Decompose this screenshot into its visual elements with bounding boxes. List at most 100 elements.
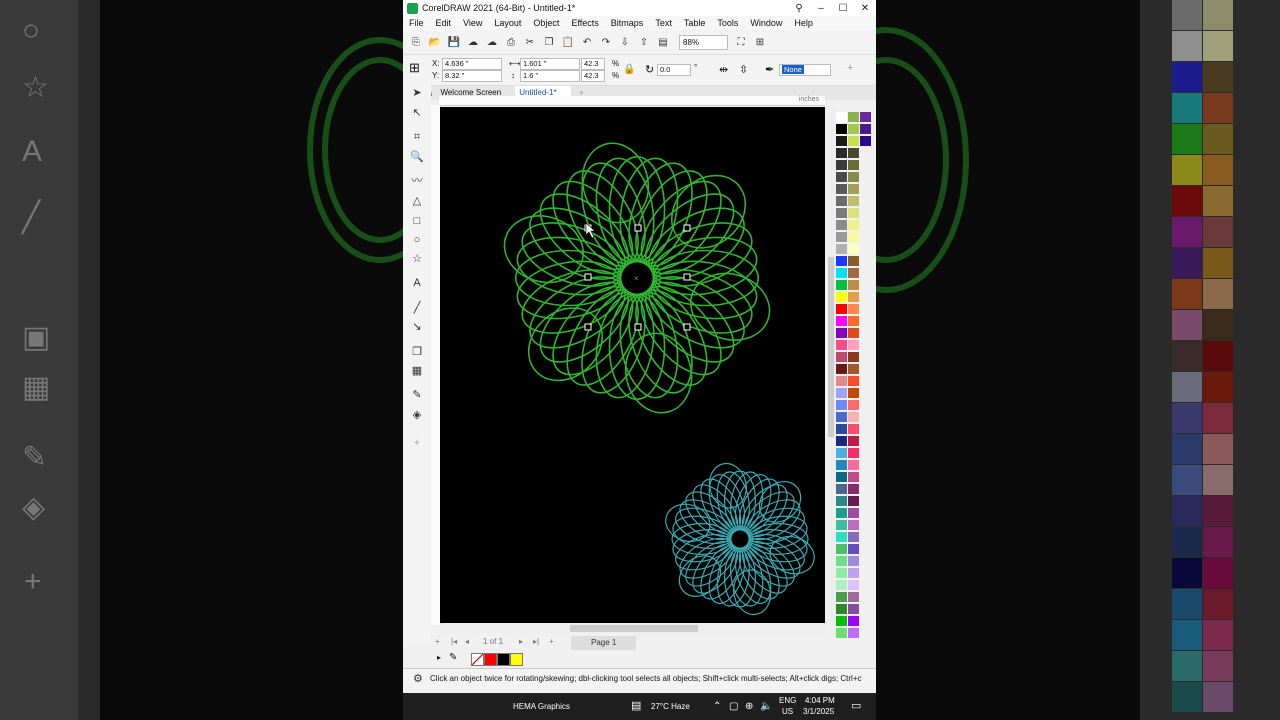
palette-swatch[interactable] <box>836 604 847 614</box>
add-tool-icon[interactable]: + <box>410 436 424 450</box>
palette-swatch[interactable] <box>836 580 847 590</box>
palette-swatch[interactable] <box>848 364 859 374</box>
polygon-tool-icon[interactable]: ☆ <box>410 252 424 266</box>
palette-swatch[interactable] <box>836 256 847 266</box>
palette-swatch[interactable] <box>836 400 847 410</box>
transparency-icon[interactable]: ▦ <box>410 364 424 378</box>
palette-swatch[interactable] <box>836 148 847 158</box>
tray-device-icon[interactable]: ▢ <box>729 693 738 720</box>
open-icon[interactable]: 📂 <box>428 35 442 49</box>
palette-swatch[interactable] <box>836 616 847 626</box>
palette-swatch[interactable] <box>836 268 847 278</box>
weather-text[interactable]: 27°C Haze <box>651 693 690 720</box>
palette-eyedropper-icon[interactable]: ✎ <box>449 652 457 663</box>
palette-swatch[interactable] <box>836 352 847 362</box>
palette-swatch[interactable] <box>848 400 859 410</box>
menu-table[interactable]: Table <box>684 18 706 28</box>
palette-swatch[interactable] <box>836 136 847 146</box>
menu-view[interactable]: View <box>463 18 482 28</box>
palette-swatch[interactable] <box>836 532 847 542</box>
menu-help[interactable]: Help <box>794 18 813 28</box>
palette-swatch[interactable] <box>836 520 847 530</box>
palette-swatch[interactable] <box>836 280 847 290</box>
palette-swatch[interactable] <box>836 196 847 206</box>
palette-swatch[interactable] <box>848 124 859 134</box>
palette-swatch[interactable] <box>836 448 847 458</box>
add-page-icon[interactable]: + <box>435 637 440 646</box>
add-preset-icon[interactable]: + <box>847 62 853 74</box>
page-1-tab[interactable]: Page 1 <box>571 636 637 650</box>
palette-swatch[interactable] <box>848 496 859 506</box>
mirror-vertical-icon[interactable]: ⇳ <box>739 63 748 76</box>
curve-tool-icon[interactable]: 〰 <box>410 174 424 188</box>
palette-swatch[interactable] <box>836 472 847 482</box>
clock-date[interactable]: 3/1/2025 <box>803 707 834 717</box>
pick-tool-icon[interactable]: ➤ <box>410 86 424 100</box>
crop-tool-icon[interactable]: ⌗ <box>410 130 424 144</box>
language-code[interactable]: ENG <box>779 696 796 706</box>
drop-shadow-icon[interactable]: ❒ <box>410 345 424 359</box>
palette-swatch[interactable] <box>848 268 859 278</box>
parallel-dimension-icon[interactable]: ╱ <box>410 301 424 315</box>
first-page-icon[interactable]: |◂ <box>451 637 457 646</box>
spirograph-flower-cyan[interactable] <box>661 460 819 618</box>
vertical-scrollbar[interactable] <box>827 107 835 625</box>
palette-swatch[interactable] <box>836 424 847 434</box>
palette-swatch[interactable] <box>848 244 859 254</box>
cloud-save-icon[interactable]: ☁ <box>485 35 499 49</box>
menu-effects[interactable]: Effects <box>571 18 598 28</box>
palette-swatch[interactable] <box>848 148 859 158</box>
palette-swatch[interactable] <box>848 160 859 170</box>
palette-swatch[interactable] <box>848 592 859 602</box>
menu-layout[interactable]: Layout <box>494 18 521 28</box>
palette-swatch[interactable] <box>836 244 847 254</box>
palette-swatch[interactable] <box>848 508 859 518</box>
next-page-icon[interactable]: ▸ <box>519 637 523 646</box>
previous-page-icon[interactable]: ◂ <box>465 637 469 646</box>
language-region[interactable]: US <box>782 707 793 717</box>
palette-swatch[interactable] <box>836 592 847 602</box>
palette-swatch[interactable] <box>836 508 847 518</box>
menu-bitmaps[interactable]: Bitmaps <box>611 18 644 28</box>
doc-swatch-yellow[interactable] <box>510 653 523 666</box>
palette-swatch[interactable] <box>836 232 847 242</box>
palette-expand-icon[interactable]: ▸ <box>437 653 441 662</box>
palette-swatch[interactable] <box>848 448 859 458</box>
undo-icon[interactable]: ↶ <box>580 35 594 49</box>
height-field[interactable]: 1.6 " <box>520 70 580 82</box>
palette-swatch[interactable] <box>836 388 847 398</box>
last-page-icon[interactable]: ▸| <box>533 637 539 646</box>
palette-swatch[interactable] <box>836 412 847 422</box>
palette-swatch[interactable] <box>848 544 859 554</box>
drawing-canvas[interactable]: × <box>440 107 825 623</box>
horizontal-scrollbar[interactable] <box>440 624 826 633</box>
palette-swatch[interactable] <box>860 136 871 146</box>
palette-swatch[interactable] <box>848 340 859 350</box>
palette-swatch[interactable] <box>860 112 871 122</box>
width-field[interactable]: 1.601 " <box>520 58 580 70</box>
interactive-fill-icon[interactable]: ◈ <box>410 408 424 422</box>
cloud-open-icon[interactable]: ☁ <box>466 35 480 49</box>
palette-swatch[interactable] <box>848 520 859 530</box>
no-color-swatch[interactable] <box>471 653 484 666</box>
palette-swatch[interactable] <box>836 112 847 122</box>
scale-x-field[interactable]: 42.3 <box>581 58 605 70</box>
zoom-level-select[interactable]: 88% <box>679 34 728 50</box>
palette-swatch[interactable] <box>848 424 859 434</box>
menu-file[interactable]: File <box>409 18 424 28</box>
connector-tool-icon[interactable]: ↘ <box>410 320 424 334</box>
palette-swatch[interactable] <box>836 160 847 170</box>
shape-tool-icon[interactable]: ↖ <box>410 106 424 120</box>
palette-swatch[interactable] <box>836 328 847 338</box>
palette-swatch[interactable] <box>848 220 859 230</box>
tray-chevron-icon[interactable]: ⌃ <box>713 693 721 720</box>
palette-swatch[interactable] <box>848 232 859 242</box>
horizontal-scroll-thumb[interactable] <box>570 625 698 632</box>
outline-pen-icon[interactable]: ✒ <box>765 63 774 76</box>
notifications-icon[interactable]: ▭ <box>851 693 861 720</box>
ellipse-tool-icon[interactable]: ○ <box>410 233 424 247</box>
outline-width-select[interactable]: None <box>779 64 831 76</box>
palette-swatch[interactable] <box>848 208 859 218</box>
zoom-tool-icon[interactable]: 🔍 <box>410 150 424 164</box>
palette-swatch[interactable] <box>848 352 859 362</box>
